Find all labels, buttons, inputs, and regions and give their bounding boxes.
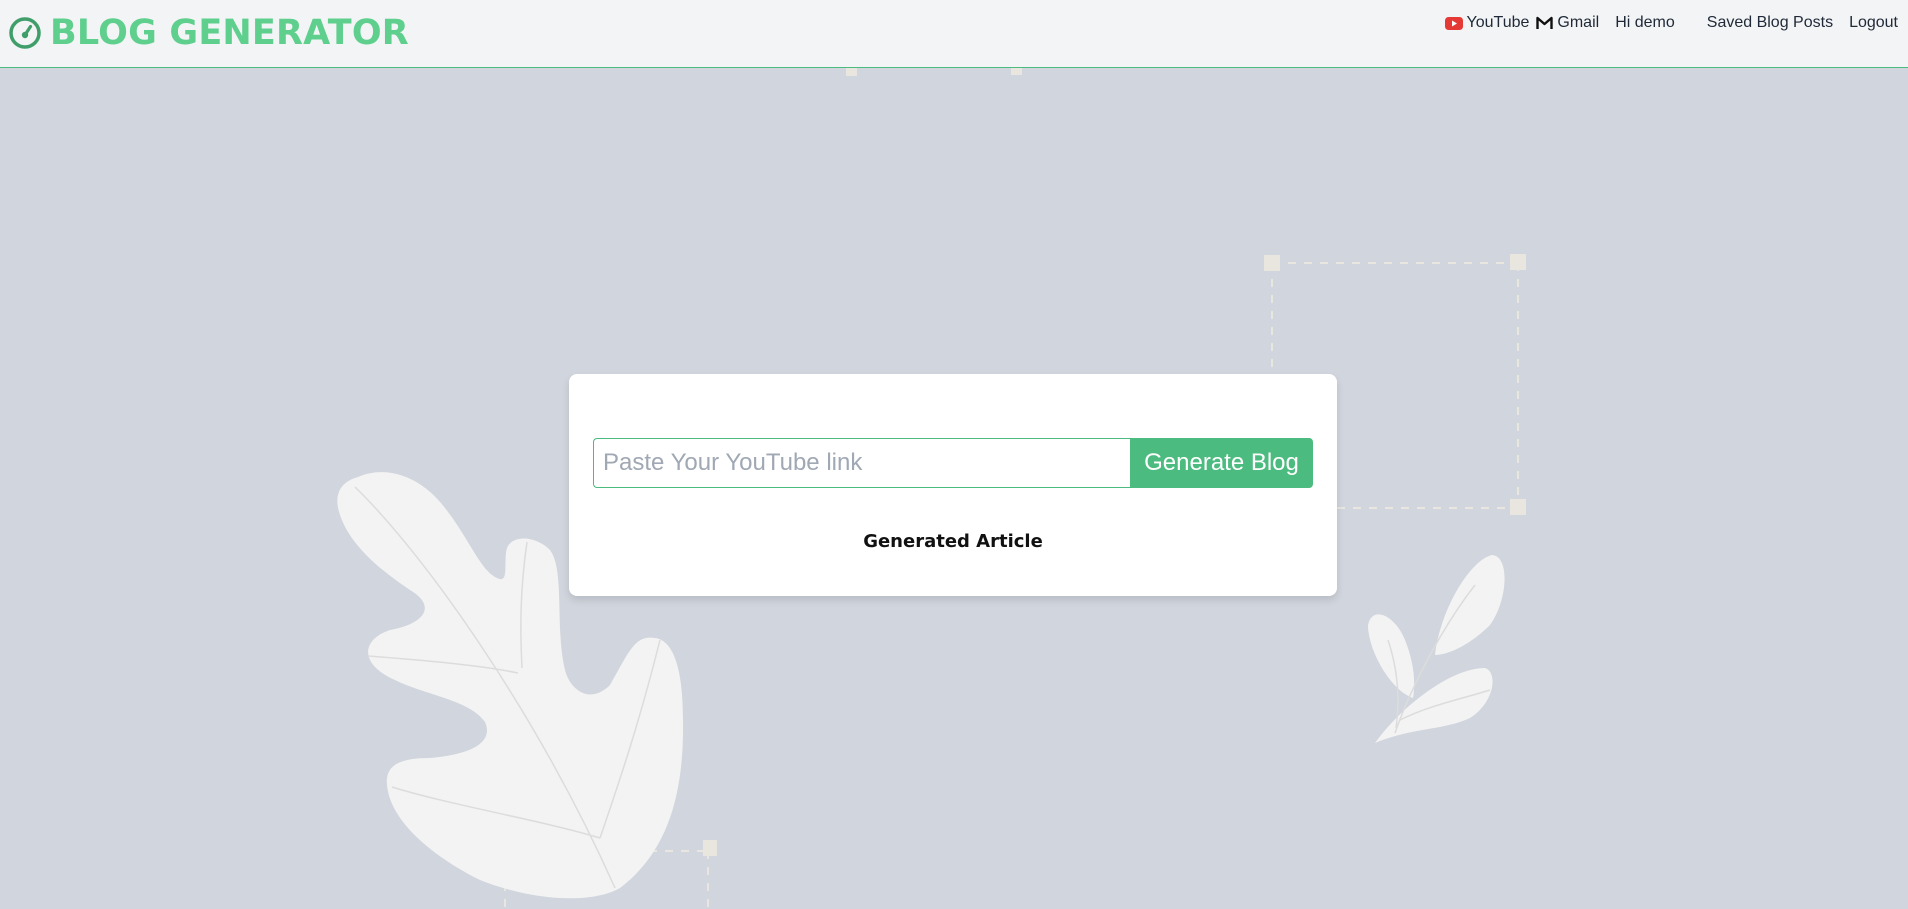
youtube-link-input[interactable] xyxy=(593,438,1130,488)
saved-blog-posts-link[interactable]: Saved Blog Posts xyxy=(1707,14,1833,32)
logout-link[interactable]: Logout xyxy=(1849,14,1898,32)
square-decoration xyxy=(1011,68,1022,75)
generated-article-heading: Generated Article xyxy=(863,531,1043,552)
square-decoration xyxy=(846,68,857,76)
user-greeting: Hi demo xyxy=(1615,14,1675,31)
gmail-link[interactable]: Gmail xyxy=(1536,14,1599,32)
youtube-link[interactable]: YouTube xyxy=(1444,14,1530,32)
youtube-link-label: YouTube xyxy=(1466,14,1530,31)
top-nav: YouTube Gmail Hi demo Saved Blog Posts L… xyxy=(1444,14,1898,32)
generate-blog-button[interactable]: Generate Blog xyxy=(1130,438,1313,488)
brand-title: BLOG GENERATOR xyxy=(50,13,409,53)
top-navbar: BLOG GENERATOR YouTube Gmail Hi demo Sav… xyxy=(0,0,1908,68)
youtube-icon xyxy=(1444,16,1463,30)
brand[interactable]: BLOG GENERATOR xyxy=(8,12,409,54)
blog-generator-card: Generate Blog Generated Article xyxy=(569,374,1337,596)
gauge-icon xyxy=(9,17,41,49)
gmail-link-label: Gmail xyxy=(1557,14,1600,31)
link-input-group: Generate Blog xyxy=(593,438,1313,488)
gmail-icon xyxy=(1536,16,1554,29)
sprig-decoration xyxy=(1368,555,1505,743)
